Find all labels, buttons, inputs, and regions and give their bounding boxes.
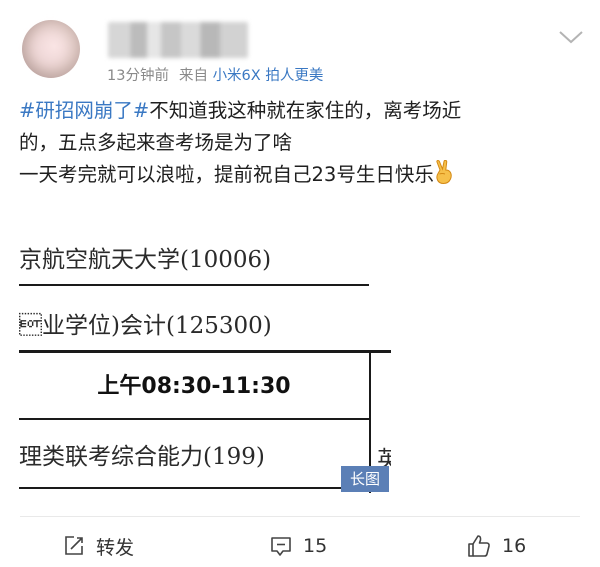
long-image-attachment[interactable]: 京航空航天大学(10006) 业学位)会计(125300) 上午08:30-1…	[19, 218, 391, 493]
post-text-line3: 一天考完就可以浪啦，提前祝自己23号生日快乐	[19, 163, 434, 186]
post-text-line1: 不知道我这种就在家住的，离考场近	[149, 99, 462, 122]
like-button[interactable]: 16	[466, 531, 526, 561]
source-device[interactable]: 小米6X	[213, 68, 261, 84]
chevron-down-icon[interactable]	[557, 26, 585, 48]
post-line-3: 一天考完就可以浪啦，提前祝自己23号生日快乐	[19, 159, 589, 191]
victory-hand-icon	[434, 159, 454, 185]
source-device-suffix[interactable]: 拍人更美	[265, 68, 323, 84]
post-meta: 13分钟前 来自 小米6X 拍人更美	[107, 64, 323, 85]
attachment-row-university: 京航空航天大学(10006)	[19, 247, 272, 273]
post-header: ⬛⬛⬛⬛ 13分钟前来自 小米6X 拍人更美	[0, 0, 600, 92]
thumbs-up-icon	[468, 535, 490, 557]
post-time: 13分钟前	[107, 68, 169, 84]
author-name[interactable]: ⬛⬛⬛⬛	[108, 22, 248, 58]
repost-icon	[65, 536, 83, 555]
repost-label: 转发	[96, 536, 135, 559]
repost-button[interactable]: 转发	[62, 531, 134, 561]
avatar-highlight	[30, 28, 70, 68]
post-text-line2: 的，五点多起来查考场是为了啥	[19, 131, 293, 154]
table-line	[19, 350, 391, 353]
table-line	[19, 487, 369, 489]
attachment-row-major: 业学位)会计(125300)	[19, 313, 272, 339]
action-divider	[20, 516, 580, 517]
long-image-badge: 长图	[341, 466, 389, 492]
table-line	[19, 284, 369, 286]
comment-count: 15	[303, 535, 328, 557]
attachment-exam-time: 上午08:30-11:30	[97, 374, 291, 399]
comment-icon	[271, 537, 291, 556]
post-line-1: #研招网崩了#不知道我这种就在家住的，离考场近	[19, 95, 589, 127]
hashtag-link[interactable]: #研招网崩了#	[19, 99, 149, 122]
source-prefix: 来自	[178, 68, 208, 84]
like-count: 16	[502, 535, 527, 557]
post-body: #研招网崩了#不知道我这种就在家住的，离考场近 的，五点多起来查考场是为了啥 一…	[19, 95, 589, 191]
attachment-exam-subject: 理类联考综合能力(199)	[19, 444, 265, 470]
comment-button[interactable]: 15	[269, 531, 327, 561]
